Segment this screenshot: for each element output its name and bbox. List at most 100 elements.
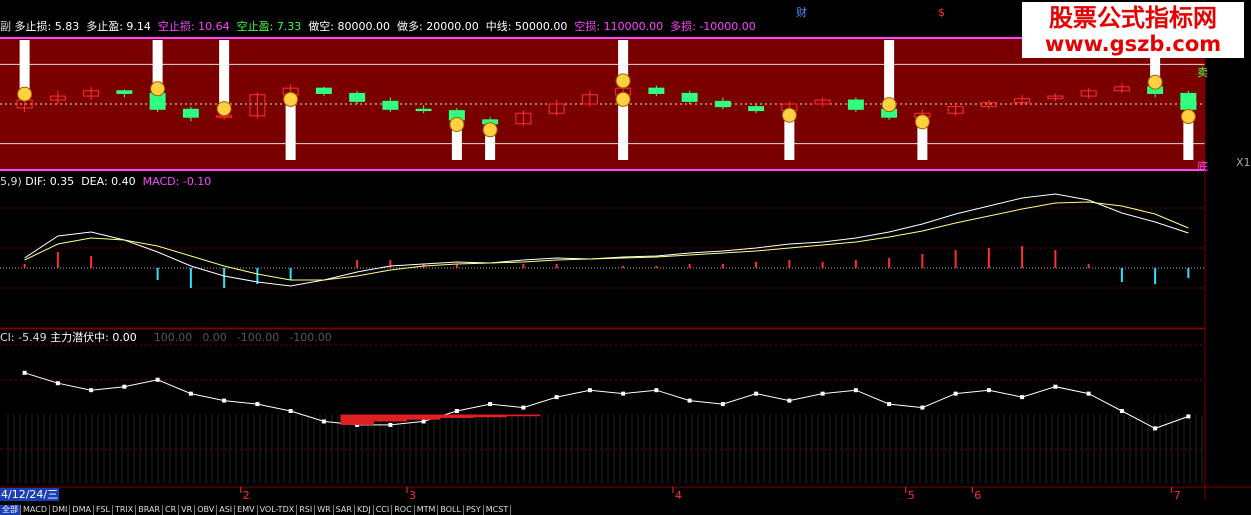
bottom-signal-face-icon — [781, 107, 797, 123]
cci-point — [720, 402, 725, 407]
header-item-value: 80000.00 — [337, 20, 391, 33]
bottom-signal-bar — [784, 117, 795, 160]
macd-panel — [0, 193, 1205, 329]
bottom-signal-face-icon — [283, 91, 299, 107]
tab-roc[interactable]: ROC — [392, 505, 415, 515]
cci-point — [22, 370, 27, 375]
latent-bar — [340, 414, 374, 425]
tab-wr[interactable]: WR — [315, 505, 334, 515]
cci-point — [986, 388, 991, 393]
month-tick-label: 6 — [974, 489, 981, 502]
cci-point — [554, 395, 559, 400]
tab-trix[interactable]: TRIX — [112, 505, 137, 515]
tab-asi[interactable]: ASI — [217, 505, 236, 515]
top-signal-bar — [618, 40, 629, 79]
tab-psy[interactable]: PSY — [463, 505, 484, 515]
cci-point — [421, 419, 426, 424]
candle-body — [382, 100, 399, 110]
cci-point — [853, 388, 858, 393]
header-item-label: MACD: — [142, 175, 183, 188]
tab-dma[interactable]: DMA — [70, 505, 94, 515]
candle-body — [648, 87, 665, 94]
month-tick-label: 3 — [409, 489, 416, 502]
month-tick-label: 2 — [243, 489, 250, 502]
candle-body — [415, 108, 432, 112]
tab-vr[interactable]: VR — [179, 505, 196, 515]
header-item-label: DEA: — [81, 175, 112, 188]
top-signal-face-icon — [881, 97, 897, 113]
header-prefix: 5,9) — [0, 175, 26, 188]
header-item-label: 空损: — [574, 20, 604, 33]
bottom-signal-face-icon — [482, 122, 498, 138]
candle-body — [1180, 92, 1197, 110]
tab-vol-tdx[interactable]: VOL-TDX — [257, 505, 298, 515]
cci-ref-value: 0.00 — [202, 331, 227, 344]
top-signal-face-icon — [216, 101, 232, 117]
header-item-label: 主力潜伏中: — [50, 331, 113, 344]
bottom-signal-face-icon — [914, 114, 930, 130]
bottom-signal-bar — [618, 101, 629, 160]
latent-bar — [506, 414, 540, 417]
cci-point — [55, 381, 60, 386]
cci-point — [787, 398, 792, 403]
cci-point — [621, 391, 626, 396]
top-signal-bar — [884, 40, 895, 103]
cci-point — [654, 388, 659, 393]
marker-cai: 财 — [796, 6, 807, 19]
tab-fsl[interactable]: FSL — [93, 505, 113, 515]
header-item-value: 20000.00 — [426, 20, 479, 33]
top-signal-bar — [19, 40, 30, 93]
tab-macd[interactable]: MACD — [21, 505, 50, 515]
cci-point — [587, 388, 592, 393]
candle-body — [681, 92, 698, 102]
top-signal-face-icon — [17, 86, 33, 102]
watermark-url: www.gszb.com — [1044, 32, 1222, 56]
header-item-label: 多止损: — [14, 20, 55, 33]
tab-dmi[interactable]: DMI — [49, 505, 71, 515]
cci-point — [188, 391, 193, 396]
candle-body — [116, 90, 133, 94]
tab-rsi[interactable]: RSI — [297, 505, 316, 515]
bottom-signal-face-icon — [615, 91, 631, 107]
cci-point — [222, 398, 227, 403]
cci-point — [155, 377, 160, 382]
tab-brar[interactable]: BRAR — [136, 505, 164, 515]
header-item-label: 空止损: — [157, 20, 199, 33]
cci-point — [820, 391, 825, 396]
cci-point — [288, 409, 293, 414]
month-tick-label: 5 — [908, 489, 915, 502]
tab-mtm[interactable]: MTM — [414, 505, 439, 515]
cci-point — [1119, 409, 1124, 414]
latent-bar — [473, 414, 507, 418]
cci-point — [887, 402, 892, 407]
tab-sar[interactable]: SAR — [333, 505, 355, 515]
tab-emv[interactable]: EMV — [235, 505, 258, 515]
cci-ref-value: 100.00 — [153, 331, 193, 344]
cci-point — [521, 405, 526, 410]
tab-cci[interactable]: CCI — [373, 505, 393, 515]
latent-bar — [407, 414, 441, 420]
sell-label: 卖 — [1197, 66, 1208, 79]
header-item-value: 0.40 — [111, 175, 136, 188]
header-prefix: 副 — [0, 20, 15, 33]
cci-ref-value: -100.00 — [289, 331, 332, 344]
header-item-label: 中线: — [485, 20, 515, 33]
candle-body — [748, 106, 765, 112]
tab-全部[interactable]: 全部 — [0, 505, 21, 515]
top-signal-bar — [219, 40, 230, 107]
price-panel-header: 副 多止损: 5.83 多止盈: 9.14 空止损: 10.64 空止盈: 7.33 做… — [0, 20, 763, 33]
cci-point — [920, 405, 925, 410]
month-tick-label: 7 — [1174, 489, 1181, 502]
bottom-signal-bar — [285, 101, 296, 160]
cci-point — [1086, 391, 1091, 396]
top-signal-bar — [152, 40, 163, 87]
tab-mcst[interactable]: MCST — [483, 505, 512, 515]
tab-cr[interactable]: CR — [163, 505, 180, 515]
tab-boll[interactable]: BOLL — [438, 505, 464, 515]
cci-point — [122, 384, 127, 389]
header-item-value: 5.83 — [54, 20, 80, 33]
header-item-label: 多损: — [670, 20, 700, 33]
tab-obv[interactable]: OBV — [195, 505, 218, 515]
tab-kdj[interactable]: KDJ — [354, 505, 374, 515]
header-prefix: CI: — [0, 331, 19, 344]
